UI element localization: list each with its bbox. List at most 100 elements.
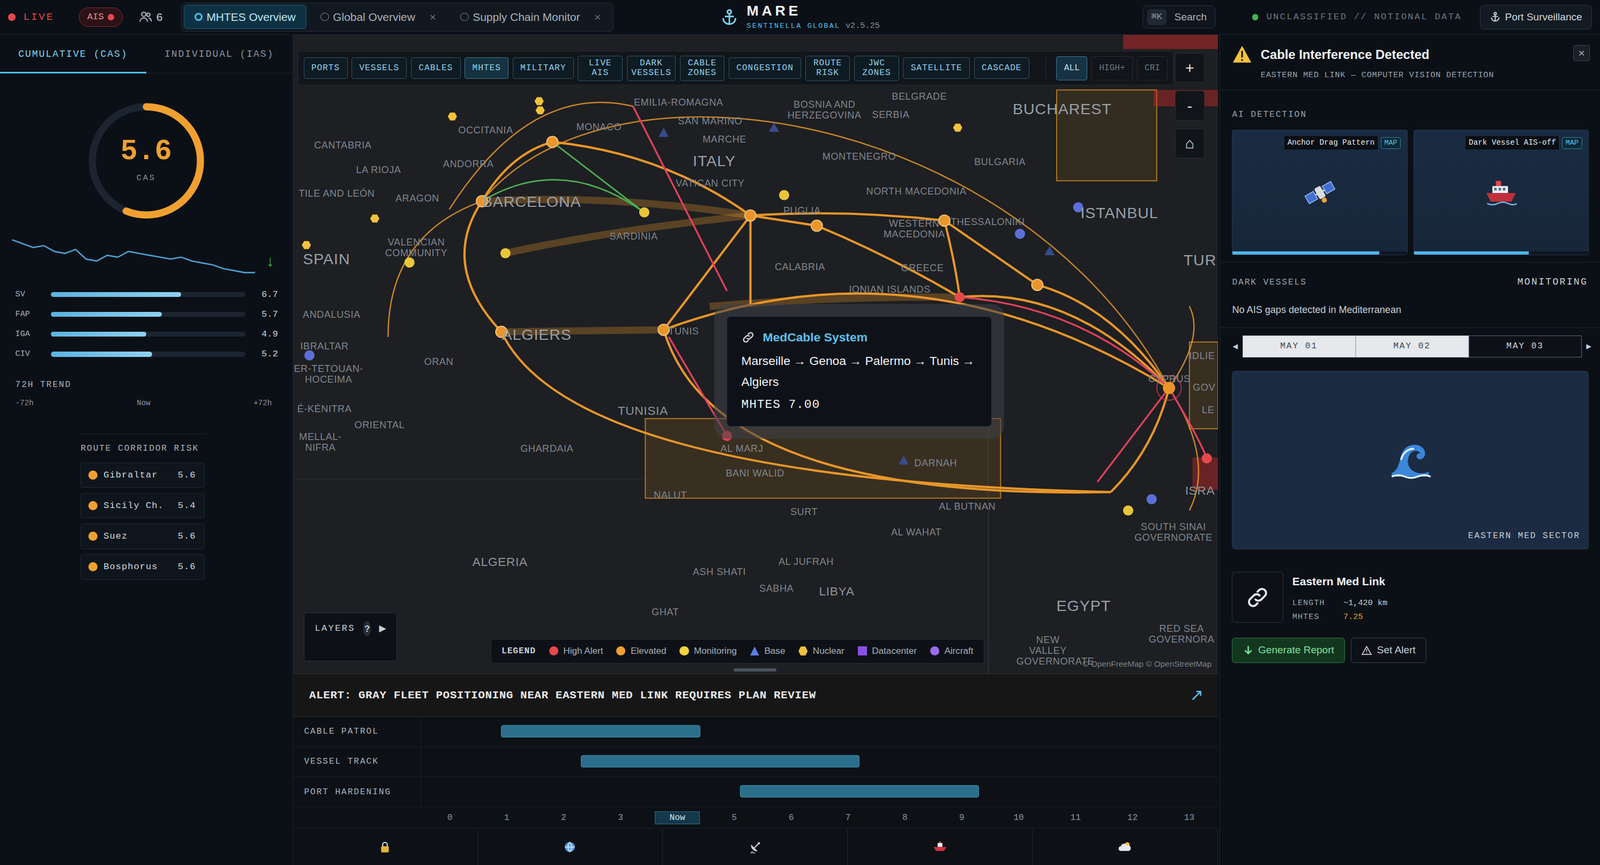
score-tab[interactable]: CUMULATIVE (CAS) <box>0 34 147 74</box>
tab-close-button[interactable]: × <box>429 8 437 26</box>
tab-label: MHTES Overview <box>206 8 296 26</box>
corridor-item[interactable]: Sicily Ch.5.4 <box>80 492 205 519</box>
previous-date-button[interactable]: ◂ <box>1228 338 1243 355</box>
search-button[interactable]: ⌘KSearch <box>1142 5 1216 29</box>
next-date-button[interactable]: ▸ <box>1581 338 1597 355</box>
tool-button[interactable] <box>293 828 478 865</box>
date-tab[interactable]: MAY 02 <box>1355 335 1469 358</box>
axis-tick-label: 12 <box>1127 812 1138 823</box>
severity-filter-button[interactable]: CRI <box>1137 56 1169 81</box>
layers-expand-button[interactable]: ▶ <box>379 621 387 636</box>
globe-icon <box>563 840 577 854</box>
legend-label: High Alert <box>563 644 603 659</box>
axis-tick[interactable]: 1 <box>478 811 536 825</box>
factor-bar-fill <box>50 292 182 298</box>
layer-filter-button[interactable]: LIVE AIS <box>577 55 623 81</box>
axis-tick[interactable]: 3 <box>592 811 649 825</box>
map-place-label: LIBYA <box>819 585 855 599</box>
corridor-item[interactable]: Gibraltar5.6 <box>80 462 205 489</box>
map-place-label: SARDINIA <box>609 231 659 243</box>
workspace-tab[interactable]: Global Overview× <box>310 5 446 29</box>
score-tab[interactable]: INDIVIDUAL (IAS) <box>146 34 293 74</box>
ais-toggle[interactable]: AIS <box>78 7 123 27</box>
set-alert-button[interactable]: Set Alert <box>1350 637 1427 664</box>
corridor-item[interactable]: Bosphorus5.6 <box>80 554 205 580</box>
layer-filter-button[interactable]: SATELLITE <box>902 57 970 79</box>
port-surveillance-button[interactable]: Port Surveillance <box>1479 4 1592 30</box>
axis-tick[interactable]: 11 <box>1047 811 1104 825</box>
layer-filter-button[interactable]: CONGESTION <box>728 57 802 79</box>
expand-button[interactable]: ↗ <box>1189 682 1204 708</box>
axis-tick[interactable]: 10 <box>990 811 1048 825</box>
map-badge[interactable]: MAP <box>1561 137 1582 149</box>
axis-tick[interactable]: 7 <box>819 811 877 825</box>
tool-button[interactable] <box>1032 828 1218 865</box>
detection-name: Dark Vessel AIS-off <box>1465 136 1559 150</box>
center-column: OCCITANIAMONACOEMILIA-ROMAGNASAN MARINOB… <box>293 34 1220 865</box>
search-label: Search <box>1174 9 1207 26</box>
axis-tick[interactable]: 5 <box>705 811 763 825</box>
layer-filter-button[interactable]: MHTES <box>464 57 509 79</box>
axis-tick-label: 13 <box>1184 812 1195 823</box>
logo-title: MARE <box>746 3 802 19</box>
tool-button[interactable] <box>477 828 663 865</box>
severity-filter-button[interactable]: HIGH+ <box>1091 56 1133 81</box>
axis-tick[interactable]: 13 <box>1161 811 1218 825</box>
cable-field: MHTES7.25 <box>1292 609 1388 625</box>
layer-filter-button[interactable]: VESSELS <box>351 57 407 79</box>
layer-filter-button[interactable]: CABLE ZONES <box>679 55 725 81</box>
layer-filter-button[interactable]: MILITARY <box>512 57 574 79</box>
layer-filter-button[interactable]: ROUTE RISK <box>805 55 851 81</box>
map-badge[interactable]: MAP <box>1380 137 1401 149</box>
tool-button[interactable] <box>662 828 848 865</box>
sparkline-chart <box>10 235 258 277</box>
severity-filter-button[interactable]: ALL <box>1056 56 1088 81</box>
zoom-button[interactable]: ⌂ <box>1175 128 1205 159</box>
layer-filter-button[interactable]: PORTS <box>303 57 348 79</box>
workspace-tab[interactable]: MHTES Overview <box>183 4 307 29</box>
axis-tick[interactable]: 6 <box>762 811 820 825</box>
corridor-name: Bosphorus <box>103 559 178 574</box>
factor-value: 5.2 <box>245 347 279 362</box>
score-tabs: CUMULATIVE (CAS)INDIVIDUAL (IAS) <box>0 34 293 74</box>
date-tab[interactable]: MAY 01 <box>1242 335 1356 358</box>
timeline-bar[interactable] <box>580 754 860 768</box>
layer-filter-button[interactable]: CASCADE <box>974 57 1030 79</box>
layer-filter-button[interactable]: CABLES <box>410 57 461 79</box>
layer-filter-button[interactable]: JWC ZONES <box>854 55 900 81</box>
zoom-button[interactable]: - <box>1175 90 1205 121</box>
factor-bar-fill <box>50 331 147 338</box>
close-button[interactable]: × <box>1573 45 1590 62</box>
map[interactable]: OCCITANIAMONACOEMILIA-ROMAGNASAN MARINOB… <box>293 34 1220 674</box>
axis-tick[interactable]: 12 <box>1103 811 1161 825</box>
workspace-tab[interactable]: Supply Chain Monitor× <box>450 5 611 29</box>
detection-card[interactable]: Dark Vessel AIS-offMAP <box>1413 129 1589 256</box>
axis-tick[interactable]: 2 <box>535 811 593 825</box>
zoom-button[interactable]: + <box>1175 53 1205 83</box>
cable-field-label: MHTES <box>1292 609 1344 625</box>
confidence-track <box>1232 251 1407 255</box>
axis-tick[interactable]: Now <box>648 811 706 825</box>
axis-tick[interactable]: 0 <box>421 811 478 825</box>
timeline-bar[interactable] <box>501 724 701 738</box>
axis-tick[interactable]: 9 <box>933 811 991 825</box>
map-place-label: MONTENEGRO <box>822 151 896 163</box>
corridor-item[interactable]: Suez5.6 <box>80 523 205 550</box>
resize-handle[interactable] <box>733 668 777 672</box>
detection-card[interactable]: Anchor Drag PatternMAP <box>1231 129 1408 256</box>
tool-button[interactable] <box>847 828 1033 865</box>
link-icon <box>1245 585 1270 610</box>
layer-filter-button[interactable]: DARK VESSELS <box>626 55 676 81</box>
axis-tick[interactable]: 8 <box>876 811 934 825</box>
gauge-value: 5.6 <box>120 137 173 167</box>
layers-help-button[interactable]: ? <box>363 621 371 637</box>
tab-close-button[interactable]: × <box>594 8 601 26</box>
date-tab[interactable]: MAY 03 <box>1468 335 1582 358</box>
detail-subtitle: EASTERN MED LINK — COMPUTER VISION DETEC… <box>1231 69 1588 82</box>
app-version: v2.5.25 <box>845 21 880 31</box>
button-label: Generate Report <box>1258 644 1335 657</box>
layers-panel[interactable]: LAYERS?▶ <box>303 612 397 662</box>
generate-report-button[interactable]: Generate Report <box>1231 637 1345 664</box>
timeline-bar[interactable] <box>739 784 979 798</box>
map-place-label: TUNIS <box>668 326 699 338</box>
